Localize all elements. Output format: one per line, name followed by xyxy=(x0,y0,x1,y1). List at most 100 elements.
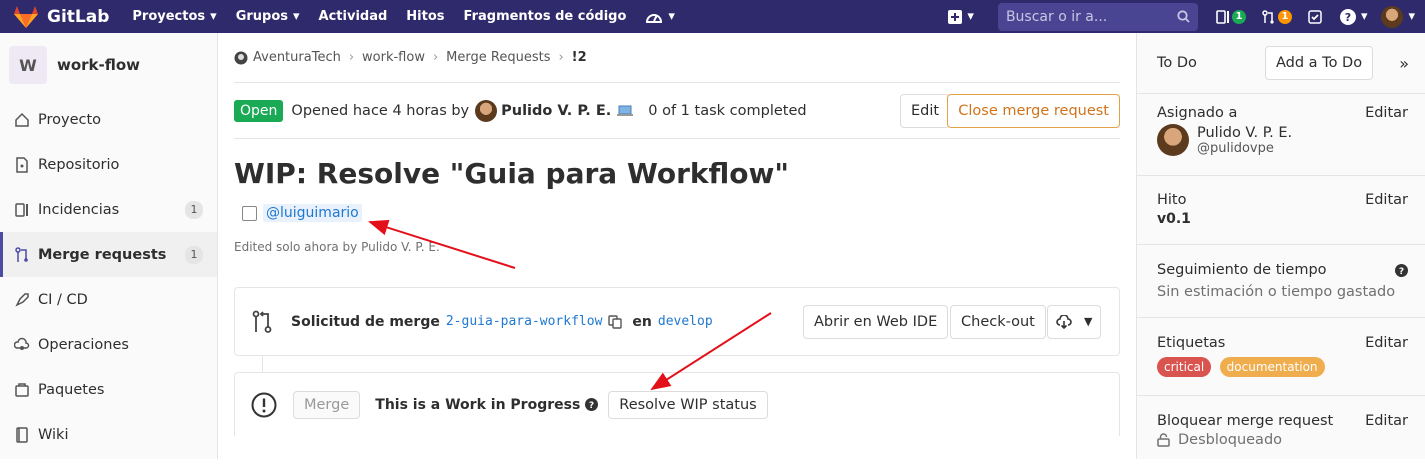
checkout-button[interactable]: Check-out xyxy=(950,304,1046,339)
help-icon: ? xyxy=(1339,8,1356,25)
open-web-ide-button[interactable]: Abrir en Web IDE xyxy=(803,304,949,339)
nav-activity[interactable]: Actividad xyxy=(319,9,388,24)
book-icon xyxy=(14,426,30,443)
nav-snippets[interactable]: Fragmentos de código xyxy=(464,9,627,24)
avatar xyxy=(1381,5,1404,28)
home-icon xyxy=(14,112,30,128)
user-menu[interactable]: ▾ xyxy=(1381,5,1415,28)
help-icon[interactable]: ? xyxy=(1395,264,1408,277)
project-avatar: W xyxy=(9,46,47,84)
merge-request-icon xyxy=(14,246,30,263)
breadcrumb-merge-requests[interactable]: Merge Requests xyxy=(446,50,550,65)
resolve-wip-button[interactable]: Resolve WIP status xyxy=(608,390,768,419)
nav-activity-label: Actividad xyxy=(318,9,388,24)
nav-snippets-label: Fragmentos de código xyxy=(463,9,627,24)
mr-widget-wip: Merge This is a Work in Progress ? Resol… xyxy=(234,372,1120,436)
sidebar-item-label: CI / CD xyxy=(38,291,88,308)
edit-milestone-link[interactable]: Editar xyxy=(1365,192,1408,208)
breadcrumb-group[interactable]: AventuraTech xyxy=(253,50,341,65)
todo-title: To Do xyxy=(1157,55,1197,71)
rocket-icon xyxy=(14,292,30,308)
close-merge-request-button[interactable]: Close merge request xyxy=(947,93,1120,128)
project-sidebar: W work-flow Proyecto Repositorio Inciden… xyxy=(0,33,218,459)
nav-milestones[interactable]: Hitos xyxy=(406,9,444,24)
sidebar-item-ci-cd[interactable]: CI / CD xyxy=(0,277,217,322)
milestone-block: Hito Editar v0.1 xyxy=(1137,176,1425,245)
edited-note: Edited solo ahora by Pulido V. P. E. xyxy=(234,240,440,254)
plus-square-icon xyxy=(948,9,963,24)
unlock-icon xyxy=(1157,433,1170,447)
svg-text:?: ? xyxy=(1399,267,1404,277)
avatar[interactable] xyxy=(475,99,498,122)
sidebar-item-label: Proyecto xyxy=(38,111,102,128)
sidebar-item-repository[interactable]: Repositorio xyxy=(0,142,217,187)
svg-text:?: ? xyxy=(1345,11,1351,24)
project-name: work-flow xyxy=(57,56,141,74)
project-header[interactable]: W work-flow xyxy=(0,33,217,97)
copy-icon[interactable] xyxy=(608,314,623,329)
todo-check-icon xyxy=(1308,9,1322,24)
edit-labels-link[interactable]: Editar xyxy=(1365,335,1408,351)
merge-requests-shortcut[interactable]: 1 xyxy=(1262,9,1292,24)
mr-meta: Opened hace 4 horas by Pulido V. P. E. 0… xyxy=(291,99,807,122)
breadcrumb-project[interactable]: work-flow xyxy=(362,50,425,65)
opened-text: Opened hace 4 horas by xyxy=(291,102,470,119)
download-dropdown[interactable]: ▼ xyxy=(1047,304,1102,339)
author-link[interactable]: Pulido V. P. E. xyxy=(501,103,611,119)
nav-groups[interactable]: Grupos ▾ xyxy=(236,9,300,24)
nav-performance-dropdown[interactable]: ▾ xyxy=(645,9,675,25)
sidebar-item-label: Incidencias xyxy=(38,201,120,218)
breadcrumb-mr-id[interactable]: !2 xyxy=(572,50,587,65)
avatar[interactable] xyxy=(1157,124,1189,156)
add-todo-button[interactable]: Add a To Do xyxy=(1265,46,1374,80)
search-input[interactable]: Buscar o ir a... xyxy=(997,2,1198,31)
source-branch-link[interactable]: 2-guia-para-workflow xyxy=(446,314,603,329)
collapse-sidebar-icon[interactable]: » xyxy=(1399,54,1409,73)
chevron-down-icon: ▾ xyxy=(1408,9,1415,24)
brand-name: GitLab xyxy=(47,6,110,27)
help-dropdown[interactable]: ? ▾ xyxy=(1339,8,1367,25)
gitlab-home-link[interactable]: GitLab xyxy=(13,5,109,29)
task-checkbox[interactable] xyxy=(242,205,257,221)
mr-count-badge: 1 xyxy=(185,245,203,264)
sidebar-item-merge-requests[interactable]: Merge requests 1 xyxy=(0,232,217,277)
status-badge: Open xyxy=(234,99,284,122)
merge-request-icon xyxy=(251,310,275,334)
nav-projects[interactable]: Proyectos ▾ xyxy=(132,9,216,24)
issues-shortcut[interactable]: 1 xyxy=(1216,9,1246,24)
merge-request-icon xyxy=(1262,9,1276,24)
breadcrumb-separator: › xyxy=(432,50,439,65)
new-item-dropdown[interactable]: ▾ xyxy=(948,9,974,24)
page-title: WIP: Resolve "Guia para Workflow" xyxy=(234,157,789,190)
sidebar-item-packages[interactable]: Paquetes xyxy=(0,367,217,412)
label-documentation[interactable]: documentation xyxy=(1219,357,1325,377)
label-critical[interactable]: critical xyxy=(1157,357,1212,377)
sidebar-item-label: Merge requests xyxy=(38,246,167,263)
merge-button[interactable]: Merge xyxy=(293,390,361,419)
svg-text:?: ? xyxy=(589,401,594,411)
lock-block: Bloquear merge request Editar Desbloquea… xyxy=(1137,396,1425,466)
edit-assignee-link[interactable]: Editar xyxy=(1365,105,1408,121)
time-tracking-title: Seguimiento de tiempo xyxy=(1157,262,1327,278)
lock-status: Desbloqueado xyxy=(1178,432,1283,448)
sidebar-item-issues[interactable]: Incidencias 1 xyxy=(0,187,217,232)
cloud-download-icon xyxy=(1056,314,1072,329)
task-list-item: @luiguimario xyxy=(242,204,1120,222)
assignee-name[interactable]: Pulido V. P. E. xyxy=(1197,125,1292,141)
top-navbar: GitLab Proyectos ▾ Grupos ▾ Actividad Hito… xyxy=(0,0,1425,33)
sidebar-item-project[interactable]: Proyecto xyxy=(0,97,217,142)
target-branch-link[interactable]: develop xyxy=(658,314,713,329)
todos-shortcut[interactable] xyxy=(1308,9,1322,24)
user-mention-link[interactable]: @luiguimario xyxy=(263,204,362,222)
warning-circle-icon xyxy=(251,392,277,418)
search-placeholder: Buscar o ir a... xyxy=(1005,8,1108,25)
sidebar-item-operations[interactable]: Operaciones xyxy=(0,322,217,367)
issuable-sidebar: To Do Add a To Do » Asignado a Editar Pu… xyxy=(1136,33,1425,459)
sidebar-item-wiki[interactable]: Wiki xyxy=(0,412,217,457)
milestone-link[interactable]: v0.1 xyxy=(1157,211,1405,227)
laptop-emoji-icon xyxy=(617,105,634,117)
help-icon[interactable]: ? xyxy=(585,398,599,411)
edit-button[interactable]: Edit xyxy=(900,93,951,128)
edit-lock-link[interactable]: Editar xyxy=(1365,413,1408,429)
breadcrumb-separator: › xyxy=(348,50,355,65)
